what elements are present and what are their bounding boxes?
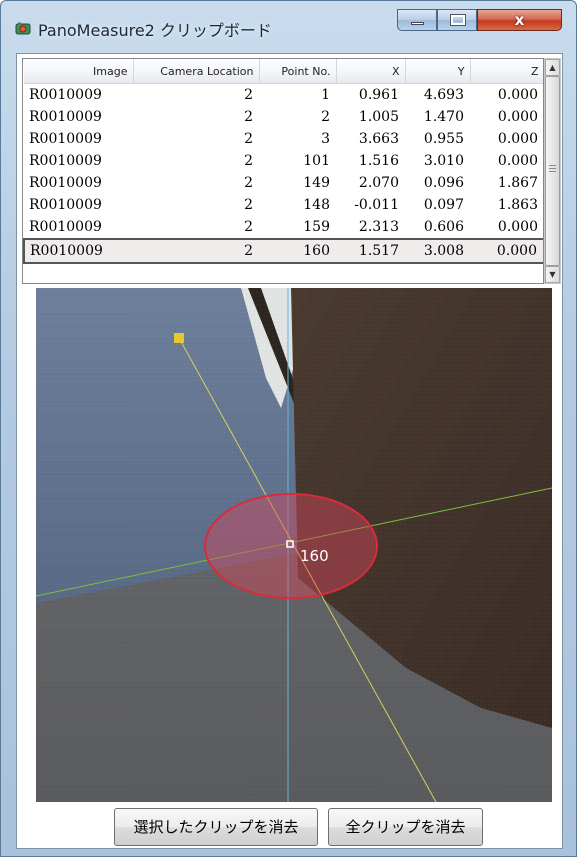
cell-camera-location: 2 [244,131,253,147]
maximize-button[interactable] [437,9,477,31]
cell-x: 1.516 [358,153,399,169]
close-button[interactable]: x [477,9,562,31]
table-header-row: Image Camera Location Point No. X Y Z [24,59,543,84]
cell-x: 2.070 [358,175,399,191]
cell-y: 4.693 [423,87,464,103]
panorama-app-icon [15,22,31,35]
scroll-down-button[interactable]: ▼ [545,266,560,283]
cell-image: R0010009 [29,219,102,235]
cell-image: R0010009 [29,87,102,103]
cell-point-no: 159 [303,219,330,235]
cell-x: 0.961 [358,87,399,103]
cell-point-no: 160 [259,238,336,264]
cell-z: 0.000 [497,109,538,125]
clip-table: Image Camera Location Point No. X Y Z R0… [23,59,543,264]
cell-x: 2.313 [358,219,399,235]
table-row[interactable]: R0010009 2 159 2.313 0.606 0.000 [24,216,543,239]
scroll-up-button[interactable]: ▲ [545,59,560,76]
cell-point-no: 101 [303,153,330,169]
column-header-y[interactable]: Y [405,59,471,84]
cell-camera-location: 2 [133,238,259,264]
cell-y: 0.955 [423,131,464,147]
chevron-up-icon: ▲ [549,63,556,72]
delete-all-clips-button[interactable]: 全クリップを消去 [328,808,483,846]
cell-camera-location: 2 [244,87,253,103]
table-row-selected[interactable]: R0010009 2 160 1.517 3.008 0.000 [23,238,543,264]
clipboard-window: PanoMeasure2 クリップボード x Image Camera Loca… [0,0,577,857]
point-label: 160 [300,547,329,565]
table-row[interactable]: R0010009 2 101 1.516 3.010 0.000 [24,150,543,172]
cell-image: R0010009 [29,175,102,191]
cell-y: 3.008 [405,238,470,264]
table-row[interactable]: R0010009 2 1 0.961 4.693 0.000 [24,84,543,107]
table-row[interactable]: R0010009 2 149 2.070 0.096 1.867 [24,172,543,194]
chevron-down-icon: ▼ [549,270,556,279]
cell-image: R0010009 [29,131,102,147]
window-title: PanoMeasure2 クリップボード [38,21,272,40]
table-scrollbar[interactable]: ▲ ▼ [544,58,561,284]
cell-z: 0.000 [497,219,538,235]
scroll-thumb[interactable] [545,76,560,266]
column-header-camera-location[interactable]: Camera Location [133,59,260,84]
cell-camera-location: 2 [244,109,253,125]
cell-y: 0.606 [423,219,464,235]
cell-point-no: 3 [321,131,330,147]
cell-image: R0010009 [29,109,102,125]
measurement-ellipse[interactable] [204,493,378,599]
cell-image: R0010009 [29,197,102,213]
column-header-image[interactable]: Image [24,59,134,84]
close-icon: x [514,11,525,29]
clip-list[interactable]: Image Camera Location Point No. X Y Z R0… [22,58,544,284]
cell-z: 1.867 [497,175,538,191]
minimize-icon [411,22,424,25]
endpoint-marker[interactable] [174,333,184,343]
cell-camera-location: 2 [244,175,253,191]
cell-point-no: 2 [321,109,330,125]
cell-y: 0.097 [423,197,464,213]
cell-z: 1.863 [497,197,538,213]
cell-z: 0.000 [497,153,538,169]
cell-point-no: 1 [321,87,330,103]
cell-x: -0.011 [354,197,399,213]
column-header-point-no[interactable]: Point No. [259,59,337,84]
delete-selected-clip-button[interactable]: 選択したクリップを消去 [114,808,318,846]
table-row[interactable]: R0010009 2 2 1.005 1.470 0.000 [24,106,543,128]
cell-x: 1.517 [336,238,405,264]
clip-image-preview[interactable]: 160 [36,288,552,802]
cell-z: 0.000 [497,131,538,147]
cell-point-no: 149 [303,175,330,191]
cell-image: R0010009 [29,153,102,169]
table-row[interactable]: R0010009 2 148 -0.011 0.097 1.863 [24,194,543,216]
cell-y: 3.010 [423,153,464,169]
table-row[interactable]: R0010009 2 3 3.663 0.955 0.000 [24,128,543,150]
minimize-button[interactable] [397,9,437,31]
preview-svg: 160 [36,288,552,802]
column-header-z[interactable]: Z [470,59,543,84]
maximize-icon [450,14,466,26]
cell-point-no: 148 [303,197,330,213]
cell-z: 0.000 [470,238,543,264]
cell-camera-location: 2 [244,197,253,213]
cell-y: 0.096 [423,175,464,191]
cell-camera-location: 2 [244,219,253,235]
cell-x: 3.663 [358,131,399,147]
cell-x: 1.005 [358,109,399,125]
cell-z: 0.000 [497,87,538,103]
title-bar[interactable]: PanoMeasure2 クリップボード x [1,1,576,51]
cell-y: 1.470 [423,109,464,125]
column-header-x[interactable]: X [336,59,406,84]
cell-image: R0010009 [23,238,133,264]
grip-icon [549,165,556,166]
cell-camera-location: 2 [244,153,253,169]
